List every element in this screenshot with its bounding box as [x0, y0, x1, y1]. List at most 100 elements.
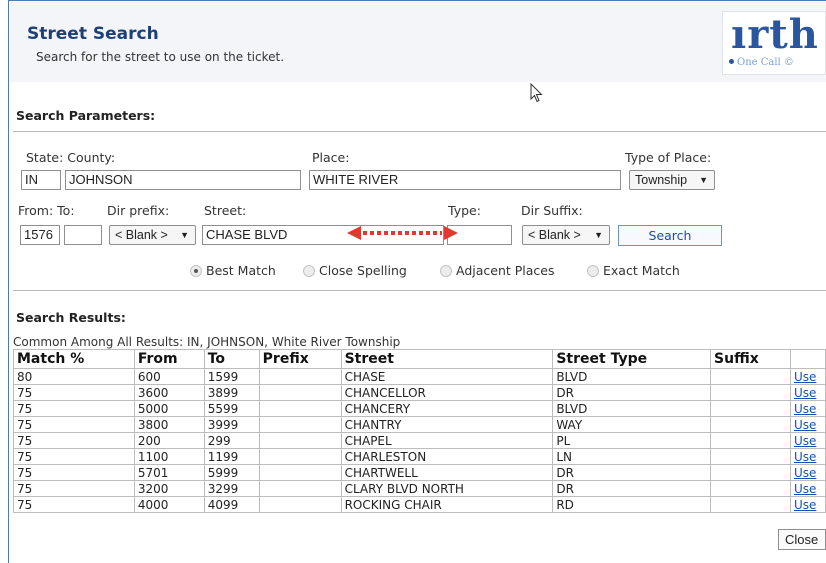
divider	[13, 131, 826, 132]
from-cell: 3200	[133, 480, 205, 497]
match-cell: 75	[13, 416, 135, 433]
table-row: 75 4000 4099 ROCKING CHAIR RD Use	[13, 496, 826, 513]
radio-best-match[interactable]: Best Match	[190, 263, 276, 278]
to-cell: 1599	[203, 368, 260, 385]
type-of-place-select[interactable]: Township ▼	[629, 170, 715, 190]
to-cell: 4099	[203, 496, 260, 513]
column-header: To	[203, 349, 260, 369]
street-cell: CHARTWELL	[340, 464, 554, 481]
use-cell: Use	[789, 400, 826, 417]
from-to-label: From: To:	[18, 203, 75, 218]
table-row: 75 3200 3299 CLARY BLVD NORTH DR Use	[13, 480, 826, 497]
use-link[interactable]: Use	[794, 370, 816, 384]
to-cell: 5599	[203, 400, 260, 417]
use-link[interactable]: Use	[794, 466, 816, 480]
logo-wordmark: ırth	[731, 11, 819, 58]
street-type-cell: DR	[552, 384, 712, 401]
type-of-place-label: Type of Place:	[625, 150, 712, 165]
mouse-pointer-icon	[530, 83, 543, 103]
search-results-heading: Search Results:	[16, 310, 126, 325]
match-cell: 75	[13, 432, 135, 449]
from-field[interactable]: 1576	[20, 225, 60, 245]
from-cell: 3600	[133, 384, 205, 401]
prefix-cell	[258, 464, 342, 481]
use-link[interactable]: Use	[794, 402, 816, 416]
prefix-cell	[258, 416, 342, 433]
dir-suffix-select[interactable]: < Blank > ▼	[522, 225, 610, 245]
street-label: Street:	[204, 203, 247, 218]
use-cell: Use	[789, 368, 826, 385]
suffix-cell	[710, 464, 791, 481]
radio-adjacent-places[interactable]: Adjacent Places	[440, 263, 555, 278]
use-cell: Use	[789, 480, 826, 497]
street-type-cell: LN	[552, 448, 712, 465]
use-cell: Use	[789, 432, 826, 449]
dir-suffix-value: < Blank >	[528, 228, 581, 242]
table-row: 75 3600 3899 CHANCELLOR DR Use	[13, 384, 826, 401]
street-type-cell: RD	[552, 496, 712, 513]
from-cell: 600	[133, 368, 205, 385]
dir-prefix-select[interactable]: < Blank > ▼	[109, 225, 196, 245]
column-header: Suffix	[710, 349, 791, 369]
prefix-cell	[258, 384, 342, 401]
from-cell: 5000	[133, 400, 205, 417]
radio-label: Best Match	[206, 263, 276, 278]
prefix-cell	[258, 432, 342, 449]
results-table: Match % From To Prefix Street Street Typ…	[13, 349, 826, 513]
column-header	[789, 349, 826, 369]
radio-checked-icon	[190, 264, 202, 277]
to-cell: 1199	[203, 448, 260, 465]
radio-close-spelling[interactable]: Close Spelling	[303, 263, 407, 278]
to-cell: 3299	[203, 480, 260, 497]
chevron-down-icon: ▼	[594, 230, 603, 240]
irth-logo: ırth One Call ©	[722, 11, 826, 75]
close-button[interactable]: Close	[778, 529, 826, 550]
match-cell: 75	[13, 448, 135, 465]
use-link[interactable]: Use	[794, 482, 816, 496]
table-row: 75 200 299 CHAPEL PL Use	[13, 432, 826, 449]
suffix-cell	[710, 496, 791, 513]
table-header-row: Match % From To Prefix Street Street Typ…	[13, 349, 826, 369]
to-cell: 3999	[203, 416, 260, 433]
radio-exact-match[interactable]: Exact Match	[587, 263, 680, 278]
use-cell: Use	[789, 416, 826, 433]
use-link[interactable]: Use	[794, 498, 816, 512]
match-cell: 75	[13, 384, 135, 401]
match-cell: 80	[13, 368, 135, 385]
dir-suffix-label: Dir Suffix:	[521, 203, 583, 218]
column-header: Street	[340, 349, 554, 369]
table-row: 75 3800 3999 CHANTRY WAY Use	[13, 416, 826, 433]
street-type-cell: DR	[552, 464, 712, 481]
suffix-cell	[710, 384, 791, 401]
street-cell: CHANTRY	[340, 416, 554, 433]
county-field[interactable]: JOHNSON	[65, 170, 301, 190]
to-field[interactable]	[64, 225, 102, 245]
street-type-cell: BLVD	[552, 368, 712, 385]
radio-unchecked-icon	[440, 264, 452, 277]
state-county-label: State: County:	[26, 150, 116, 165]
radio-unchecked-icon	[303, 264, 315, 277]
table-row: 75 1100 1199 CHARLESTON LN Use	[13, 448, 826, 465]
use-link[interactable]: Use	[794, 434, 816, 448]
use-link[interactable]: Use	[794, 386, 816, 400]
street-cell: CHARLESTON	[340, 448, 554, 465]
chevron-down-icon: ▼	[180, 230, 189, 240]
column-header: Street Type	[552, 349, 712, 369]
street-cell: ROCKING CHAIR	[340, 496, 554, 513]
street-type-cell: PL	[552, 432, 712, 449]
column-header: From	[133, 349, 205, 369]
state-field[interactable]: IN	[21, 170, 61, 190]
prefix-cell	[258, 480, 342, 497]
use-link[interactable]: Use	[794, 450, 816, 464]
match-cell: 75	[13, 496, 135, 513]
street-cell: CLARY BLVD NORTH	[340, 480, 554, 497]
suffix-cell	[710, 416, 791, 433]
divider	[13, 290, 826, 291]
to-cell: 299	[203, 432, 260, 449]
column-header: Match %	[13, 349, 135, 369]
place-field[interactable]: WHITE RIVER	[309, 170, 621, 190]
search-button[interactable]: Search	[618, 225, 722, 246]
use-link[interactable]: Use	[794, 418, 816, 432]
prefix-cell	[258, 400, 342, 417]
radio-label: Close Spelling	[319, 263, 407, 278]
